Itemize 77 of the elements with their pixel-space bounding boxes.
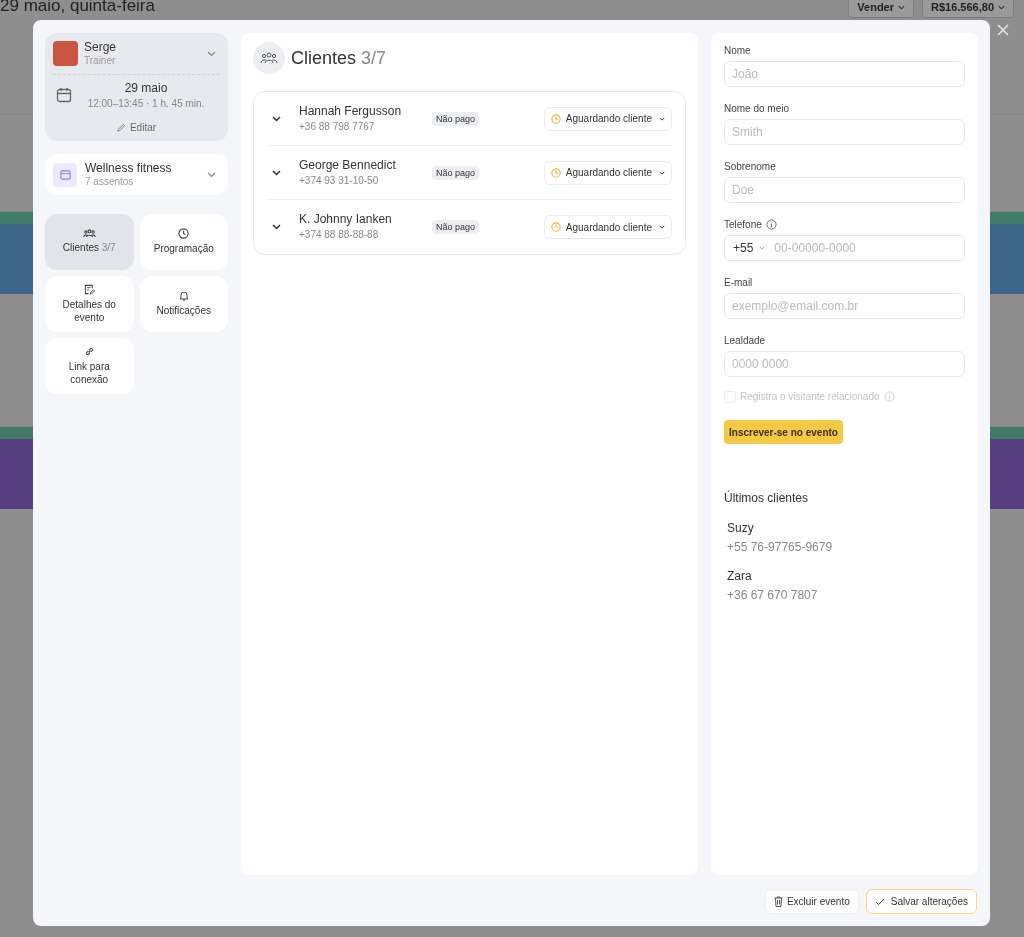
- country-code[interactable]: +55: [733, 239, 754, 257]
- clock-icon: [550, 222, 561, 232]
- clock-icon: [178, 228, 190, 240]
- clients-title: Clientes 3/7: [291, 46, 387, 70]
- nav-tile[interactable]: Programação: [139, 214, 228, 270]
- recent-client-name[interactable]: Zara: [727, 569, 965, 584]
- save-changes-button[interactable]: Salvar alterações: [865, 889, 977, 914]
- status-dropdown[interactable]: Aguardando cliente: [543, 106, 672, 131]
- trainer-name: Serge: [84, 40, 117, 55]
- chevron-down-icon[interactable]: [272, 115, 281, 122]
- chevron-down-icon: [998, 4, 1005, 10]
- nav-tile[interactable]: Detalhes do evento: [45, 276, 134, 332]
- chevron-down-icon: [659, 170, 665, 175]
- field-label: Nome do meio: [724, 102, 790, 116]
- chevron-down-icon[interactable]: [272, 169, 281, 176]
- close-icon[interactable]: [997, 24, 1009, 36]
- delete-event-button[interactable]: Excluir evento: [764, 889, 859, 914]
- field-label: Nome: [724, 44, 751, 58]
- nav-tile[interactable]: Clientes 3/7: [45, 214, 134, 270]
- status-dropdown[interactable]: Aguardando cliente: [543, 160, 672, 185]
- field-label: Lealdade: [724, 334, 766, 348]
- trainer-role: Trainer: [84, 55, 117, 68]
- client-phone: +36 88 798 7767: [299, 120, 376, 134]
- sell-dropdown[interactable]: Vender: [848, 0, 914, 18]
- field-label: Telefone: [724, 218, 762, 232]
- phone-field[interactable]: +55 00-00000-0000: [724, 235, 965, 261]
- people-icon: [82, 229, 96, 239]
- chevron-down-icon[interactable]: [272, 224, 281, 230]
- payment-status-tag: Não pago: [432, 220, 480, 234]
- client-name: George Bennedict: [299, 157, 397, 173]
- client-phone: +374 88 88-88-88: [299, 229, 380, 242]
- clock-icon: [550, 113, 561, 124]
- note-edit-icon: [83, 284, 95, 295]
- text-field[interactable]: exemplo@email.com.br: [724, 293, 965, 319]
- edit-button[interactable]: Editar: [116, 120, 157, 135]
- check-icon: [874, 897, 885, 906]
- event-time: 12:00–13:45 · 1 h. 45 min.: [87, 97, 205, 110]
- chevron-down-icon: [898, 4, 905, 10]
- status-dropdown[interactable]: Aguardando cliente: [543, 215, 672, 239]
- register-button[interactable]: Inscrever-se no evento: [724, 420, 843, 444]
- event-date: 29 maio: [124, 80, 168, 96]
- info-icon: [765, 219, 777, 230]
- chevron-down-icon: [759, 246, 766, 250]
- recent-client-phone: +36 67 670 7807: [727, 588, 819, 603]
- client-name: Hannah Fergusson: [299, 103, 403, 119]
- text-field[interactable]: Doe: [724, 177, 965, 203]
- people-icon: [260, 52, 278, 64]
- clock-icon: [550, 167, 561, 178]
- payment-status-tag: Não pago: [432, 111, 480, 126]
- trash-icon: [773, 896, 783, 907]
- field-label: E-mail: [724, 276, 753, 290]
- seat-count: 7 assentos: [85, 175, 135, 189]
- text-field[interactable]: 0000 0000: [724, 351, 965, 377]
- nav-tile[interactable]: Notificações: [139, 276, 228, 332]
- chevron-down-icon: [659, 225, 665, 229]
- client-name: K. Johnny Ianken: [299, 212, 393, 228]
- calendar-icon: [59, 169, 71, 180]
- pencil-icon: [116, 123, 126, 132]
- balance-dropdown[interactable]: R$16.566,80: [922, 0, 1014, 18]
- recent-client-name[interactable]: Suzy: [727, 521, 965, 536]
- service-selector[interactable]: Wellness fitness 7 assentos: [45, 154, 228, 195]
- chevron-down-icon: [207, 171, 216, 178]
- info-icon: [883, 391, 895, 402]
- text-field[interactable]: Smith: [724, 119, 965, 145]
- recent-client-phone: +55 76-97765-9679: [727, 540, 834, 555]
- chevron-down-icon: [659, 116, 665, 121]
- text-field[interactable]: João: [724, 61, 965, 87]
- calendar-icon: [56, 87, 72, 104]
- payment-status-tag: Não pago: [432, 165, 480, 180]
- nav-tile[interactable]: Link para conexão: [45, 338, 134, 394]
- bell-icon: [178, 290, 189, 302]
- avatar: [53, 41, 78, 67]
- field-label: Sobrenome: [724, 160, 776, 174]
- recent-clients-title: Últimos clientes: [724, 489, 810, 507]
- service-name: Wellness fitness: [85, 160, 172, 176]
- link-icon: [83, 346, 95, 357]
- client-phone: +374 93 31-10-50: [299, 174, 380, 188]
